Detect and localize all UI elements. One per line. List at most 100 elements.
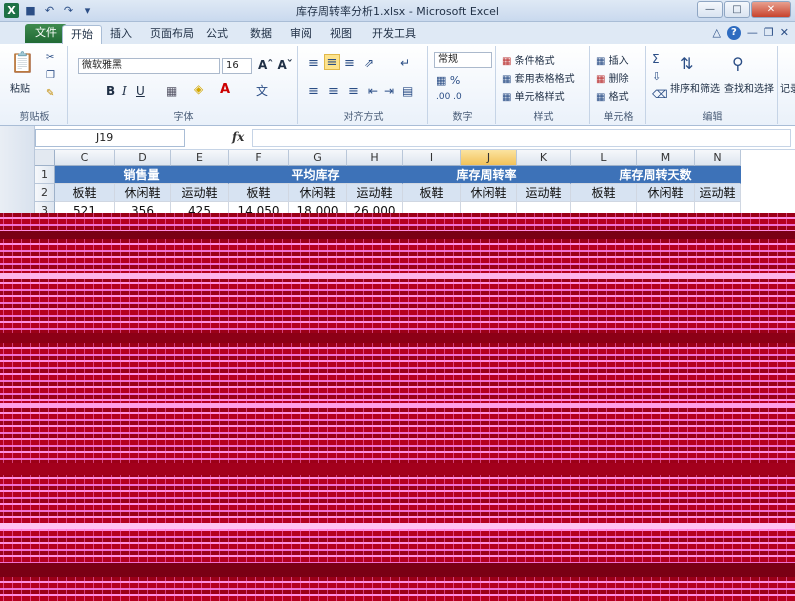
orientation-icon[interactable]: ⇗ [364, 56, 374, 70]
collapse-ribbon-icon[interactable]: △ [712, 26, 720, 40]
name-box[interactable]: J19 [35, 129, 185, 147]
sort-filter-button[interactable]: 排序和筛选 [670, 80, 720, 95]
font-color-icon[interactable]: A [220, 82, 230, 97]
clear-icon[interactable]: ⌫ [652, 88, 668, 101]
top-align-icon[interactable]: ≡ [308, 56, 319, 71]
paste-icon[interactable]: 📋 [10, 50, 35, 74]
decimal-icon[interactable]: .00 .0 [436, 92, 462, 102]
format-as-table-button[interactable]: ▦ 套用表格格式 [502, 70, 575, 85]
tab-formulas[interactable]: 公式 [198, 25, 236, 44]
column-header-d[interactable]: D [115, 150, 171, 166]
tab-data[interactable]: 数据 [242, 25, 280, 44]
restore-workbook-icon[interactable]: ❐ [764, 26, 774, 40]
sort-filter-icon[interactable]: ⇅ [680, 54, 693, 73]
underline-icon[interactable]: U [136, 84, 145, 98]
cut-icon[interactable]: ✂ [46, 52, 54, 63]
merge-center-icon[interactable]: ▤ [402, 84, 413, 98]
border-icon[interactable]: ▦ [166, 84, 177, 98]
find-select-icon[interactable]: ⚲ [732, 54, 744, 73]
record-button[interactable]: 记录 [780, 80, 795, 95]
column-header-h[interactable]: H [347, 150, 403, 166]
bold-icon[interactable]: B [106, 84, 115, 98]
insert-function-icon[interactable]: fx [232, 130, 244, 144]
font-size-box[interactable]: 16 [222, 58, 252, 74]
format-painter-icon[interactable]: ✎ [46, 88, 54, 99]
group-header-cell[interactable]: 库存周转天数 [571, 166, 741, 184]
align-center-icon[interactable]: ≡ [328, 84, 339, 99]
subheader-cell[interactable]: 板鞋 [571, 184, 637, 202]
tab-review[interactable]: 审阅 [282, 25, 320, 44]
minimize-button[interactable]: — [697, 1, 723, 18]
close-workbook-icon[interactable]: ✕ [780, 26, 789, 40]
column-header-j[interactable]: J [461, 150, 517, 166]
subheader-cell[interactable]: 运动鞋 [695, 184, 741, 202]
row-header-1[interactable]: 1 [35, 166, 55, 184]
minimize-workbook-icon[interactable]: — [747, 26, 758, 40]
autosum-icon[interactable]: Σ [652, 52, 660, 66]
tab-page-layout[interactable]: 页面布局 [142, 25, 202, 44]
tab-view[interactable]: 视图 [322, 25, 360, 44]
subheader-cell[interactable]: 休闲鞋 [289, 184, 347, 202]
conditional-format-button[interactable]: ▦ 条件格式 [502, 52, 555, 67]
group-header-cell[interactable]: 平均库存 [229, 166, 403, 184]
maximize-button[interactable]: □ [724, 1, 750, 18]
find-select-button[interactable]: 查找和选择 [724, 80, 774, 95]
glitch-band [0, 463, 795, 475]
grow-font-icon[interactable]: Aˆ Aˇ [258, 58, 293, 72]
wrap-text-icon[interactable]: ↵ [400, 56, 410, 70]
tab-home[interactable]: 开始 [62, 25, 102, 44]
tab-file[interactable]: 文件 [25, 24, 67, 43]
column-header-k[interactable]: K [517, 150, 571, 166]
column-header-c[interactable]: C [55, 150, 115, 166]
column-header-g[interactable]: G [289, 150, 347, 166]
column-header-l[interactable]: L [571, 150, 637, 166]
column-header-f[interactable]: F [229, 150, 289, 166]
bottom-align-icon[interactable]: ≡ [344, 56, 355, 71]
subheader-cell[interactable]: 运动鞋 [171, 184, 229, 202]
italic-icon[interactable]: I [122, 84, 127, 98]
subheader-cell[interactable]: 休闲鞋 [637, 184, 695, 202]
cell-styles-label: 单元格样式 [514, 92, 565, 103]
column-header-i[interactable]: I [403, 150, 461, 166]
format-icon: ▦ [596, 92, 606, 103]
middle-align-icon[interactable]: ≡ [324, 54, 340, 70]
format-cells-button[interactable]: ▦ 格式 [596, 88, 629, 103]
tab-insert[interactable]: 插入 [102, 25, 140, 44]
subheader-cell[interactable]: 休闲鞋 [115, 184, 171, 202]
delete-label: 删除 [608, 74, 629, 85]
increase-indent-icon[interactable]: ⇥ [384, 84, 394, 98]
delete-cells-button[interactable]: ▦ 删除 [596, 70, 629, 85]
select-all-corner[interactable] [35, 150, 55, 166]
formula-input[interactable] [252, 129, 791, 147]
group-header-cell[interactable]: 库存周转率 [403, 166, 571, 184]
decrease-indent-icon[interactable]: ⇤ [368, 84, 378, 98]
cell-styles-button[interactable]: ▦ 单元格样式 [502, 88, 565, 103]
glitch-band [0, 563, 795, 577]
close-button[interactable]: ✕ [751, 1, 791, 18]
column-header-n[interactable]: N [695, 150, 741, 166]
subheader-cell[interactable]: 运动鞋 [517, 184, 571, 202]
align-right-icon[interactable]: ≡ [348, 84, 359, 99]
column-header-m[interactable]: M [637, 150, 695, 166]
subheader-cell[interactable]: 运动鞋 [347, 184, 403, 202]
subheader-cell[interactable]: 板鞋 [229, 184, 289, 202]
title-bar: X ■ ↶ ↷ ▾ 库存周转率分析1.xlsx - Microsoft Exce… [0, 0, 795, 22]
number-format-box[interactable]: 常规 [434, 52, 492, 68]
tab-developer[interactable]: 开发工具 [364, 25, 424, 44]
help-icon[interactable]: ? [726, 26, 741, 40]
copy-icon[interactable]: ❐ [46, 70, 55, 81]
row-header-2[interactable]: 2 [35, 184, 55, 202]
group-header-cell[interactable]: 销售量 [55, 166, 229, 184]
insert-cells-button[interactable]: ▦ 插入 [596, 52, 629, 67]
fill-color-icon[interactable]: ◈ [194, 82, 203, 96]
subheader-cell[interactable]: 休闲鞋 [461, 184, 517, 202]
fill-icon[interactable]: ⇩ [652, 70, 661, 83]
align-left-icon[interactable]: ≡ [308, 84, 319, 99]
subheader-cell[interactable]: 板鞋 [55, 184, 115, 202]
column-header-e[interactable]: E [171, 150, 229, 166]
paste-button[interactable]: 粘贴 [10, 80, 30, 95]
phonetic-icon[interactable]: 文 [256, 82, 268, 99]
subheader-cell[interactable]: 板鞋 [403, 184, 461, 202]
font-name-box[interactable]: 微软雅黑 [78, 58, 220, 74]
currency-icon[interactable]: ▦ % [436, 74, 460, 87]
